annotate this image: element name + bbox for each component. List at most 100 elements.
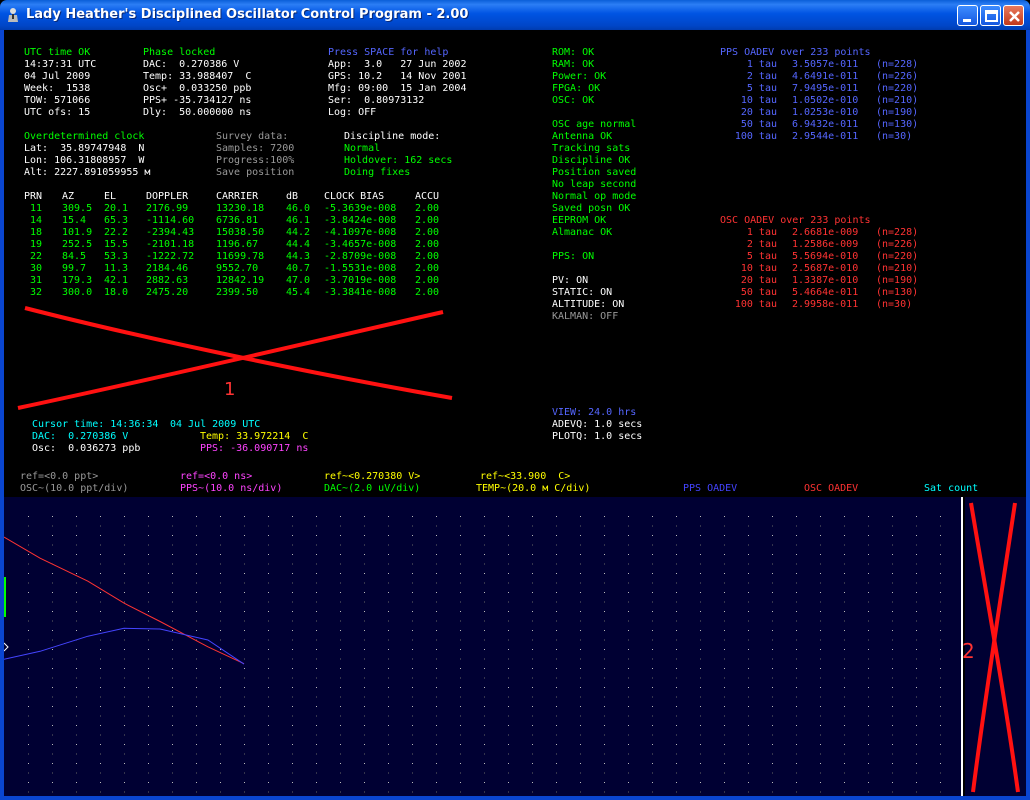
pps-adev-row-tau: 1 tau <box>746 59 777 70</box>
time-of-week: TOW: 571066 <box>24 95 91 106</box>
osc-adev-row-tau: 5 tau <box>746 251 777 262</box>
maximize-button[interactable] <box>980 5 1001 26</box>
osc-adev-legend: OSC OADEV <box>804 483 859 494</box>
sat-table-header: dB <box>286 191 299 202</box>
sat-table-cell: 42.1 <box>104 275 129 286</box>
pps-adev-row-value: 6.9432e-011 <box>792 119 859 130</box>
sat-table-cell: 2.00 <box>415 263 440 274</box>
sat-table-cell: 44.4 <box>286 239 311 250</box>
sat-table-cell: 2399.50 <box>216 287 259 298</box>
dac-value: DAC: 0.270386 V <box>143 59 240 70</box>
plot-area[interactable] <box>3 497 963 796</box>
window-frame-bottom <box>0 796 1030 800</box>
sat-table-header: DOPPLER <box>146 191 189 202</box>
dac-ref-label: ref~<0.270380 V> <box>324 471 421 482</box>
cursor-temp: Temp: 33.972214 C <box>200 431 309 442</box>
osc-adev-row-value: 5.5694e-010 <box>792 251 859 262</box>
receiver-status-item: EEPROM OK <box>552 215 607 226</box>
annotation-label-2: 2 <box>962 639 975 663</box>
pv-filter-status: PV: ON <box>552 275 589 286</box>
sat-table-cell: 47.0 <box>286 275 311 286</box>
sat-table-cell: 11.3 <box>104 263 129 274</box>
maximize-icon <box>985 10 998 22</box>
sat-table-cell: 18 <box>29 227 42 238</box>
pps-adev-row-tau: 50 tau <box>740 119 777 130</box>
delay-value: Dly: 50.000000 ns <box>143 107 252 118</box>
sat-table-cell: 300.0 <box>62 287 93 298</box>
pps-adev-row-tau: 5 tau <box>746 83 777 94</box>
altitude: Alt: 2227.891059955 м <box>24 167 151 178</box>
osc-adev-curve <box>3 536 245 665</box>
survey-save: Save position <box>216 167 295 178</box>
phase-status-header: Phase locked <box>143 47 216 58</box>
pps-adev-row-count: (n=220) <box>876 83 919 94</box>
osc-scale-label: OSC~(10.0 ppt/div) <box>20 483 129 494</box>
dac-trace-marker <box>4 577 6 617</box>
osc-adev-row-count: (n=226) <box>876 239 919 250</box>
sat-table-cell: 2475.20 <box>146 287 189 298</box>
pps-adev-row-count: (n=30) <box>876 131 913 142</box>
sat-table-cell: 15038.50 <box>216 227 265 238</box>
kalman-filter-status: KALMAN: OFF <box>552 311 619 322</box>
sat-table-cell: 53.3 <box>104 251 129 262</box>
pps-adev-row-value: 1.0502e-010 <box>792 95 859 106</box>
pps-adev-row-tau: 20 tau <box>740 107 777 118</box>
sat-table-cell: 44.3 <box>286 251 311 262</box>
sat-table-header: PRN <box>24 191 43 202</box>
sat-table-cell: 2.00 <box>415 215 440 226</box>
serial-number: Ser: 0.80973132 <box>328 95 425 106</box>
sat-table-cell: 309.5 <box>62 203 93 214</box>
sat-table-cell: -2.8709e-008 <box>324 251 397 262</box>
health-item: ROM: OK <box>552 47 595 58</box>
osc-adev-row-count: (n=220) <box>876 251 919 262</box>
sat-table-header: CARRIER <box>216 191 259 202</box>
pps-adev-row-count: (n=190) <box>876 107 919 118</box>
osc-adev-row-value: 2.6681e-009 <box>792 227 859 238</box>
sat-table-cell: 2882.63 <box>146 275 189 286</box>
temp-value: Temp: 33.988407 C <box>143 71 252 82</box>
sat-table-cell: 19 <box>29 239 42 250</box>
survey-header: Survey data: <box>216 131 289 142</box>
cursor-dac: DAC: 0.270386 V <box>32 431 129 442</box>
osc-adev-row-tau: 50 tau <box>740 287 777 298</box>
mfg-info: Mfg: 09:00 15 Jan 2004 <box>328 83 467 94</box>
pps-ref-label: ref=<0.0 ns> <box>180 471 253 482</box>
receiver-status-item: Normal op mode <box>552 191 637 202</box>
sat-table-cell: 14 <box>29 215 42 226</box>
title-bar[interactable]: Lady Heather's Disciplined Oscillator Co… <box>0 0 1030 30</box>
gps-week: Week: 1538 <box>24 83 91 94</box>
sat-table-cell: 22.2 <box>104 227 129 238</box>
osc-adev-row-tau: 20 tau <box>740 275 777 286</box>
sat-table-cell: 1196.67 <box>216 239 259 250</box>
utc-date: 04 Jul 2009 <box>24 71 91 82</box>
pps-adev-row-count: (n=226) <box>876 71 919 82</box>
app-icon[interactable] <box>6 7 20 23</box>
sat-table-cell: -3.4657e-008 <box>324 239 397 250</box>
osc-adev-row-count: (n=30) <box>876 299 913 310</box>
health-item: RAM: OK <box>552 59 595 70</box>
sat-table-cell: 65.3 <box>104 215 129 226</box>
pps-adev-row-count: (n=130) <box>876 119 919 130</box>
sat-table-cell: 2.00 <box>415 287 440 298</box>
window-title: Lady Heather's Disciplined Oscillator Co… <box>26 7 469 22</box>
sat-table-cell: 9552.70 <box>216 263 259 274</box>
minimize-button[interactable] <box>957 5 978 26</box>
sat-table-cell: -1222.72 <box>146 251 195 262</box>
receiver-status-item: Saved posn OK <box>552 203 631 214</box>
pps-output-status: PPS: ON <box>552 251 595 262</box>
latitude: Lat: 35.89747948 N <box>24 143 145 154</box>
sat-table-cell: 15.5 <box>104 239 129 250</box>
sat-table-cell: -1.5531e-008 <box>324 263 397 274</box>
osc-adev-row-tau: 2 tau <box>746 239 777 250</box>
survey-progress: Progress:100% <box>216 155 295 166</box>
pps-adev-row-count: (n=210) <box>876 95 919 106</box>
temp-scale-label: TEMP~(20.0 м C/div) <box>476 483 591 494</box>
sat-table-cell: 30 <box>29 263 42 274</box>
health-item: OSC: OK <box>552 95 595 106</box>
sat-table-cell: 6736.81 <box>216 215 259 226</box>
sat-table-cell: 2.00 <box>415 275 440 286</box>
pps-adev-legend: PPS OADEV <box>683 483 738 494</box>
close-button[interactable] <box>1003 5 1024 26</box>
sat-table-cell: 46.1 <box>286 215 311 226</box>
sat-table-cell: 99.7 <box>62 263 87 274</box>
